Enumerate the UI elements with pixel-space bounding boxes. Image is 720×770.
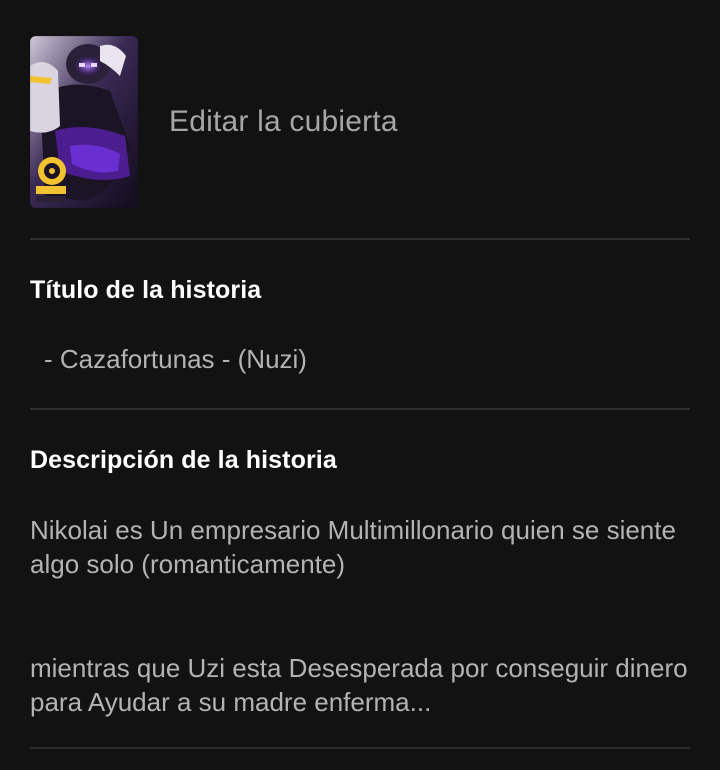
divider [30, 238, 690, 240]
cover-row: Editar la cubierta [30, 36, 690, 208]
cover-image[interactable] [30, 36, 138, 208]
story-title-field[interactable]: - Cazafortunas - (Nuzi) [44, 344, 307, 375]
edit-cover-button[interactable]: Editar la cubierta [169, 105, 398, 139]
story-description-paragraph-2[interactable]: mientras que Uzi esta Desesperada por co… [30, 651, 690, 719]
divider [30, 747, 690, 749]
story-description-paragraph-1[interactable]: Nikolai es Un empresario Multimillonario… [30, 513, 690, 581]
cover-art-icon [30, 36, 138, 208]
story-title-heading: Título de la historia [30, 276, 262, 304]
divider [30, 408, 690, 410]
story-description-heading: Descripción de la historia [30, 446, 337, 474]
